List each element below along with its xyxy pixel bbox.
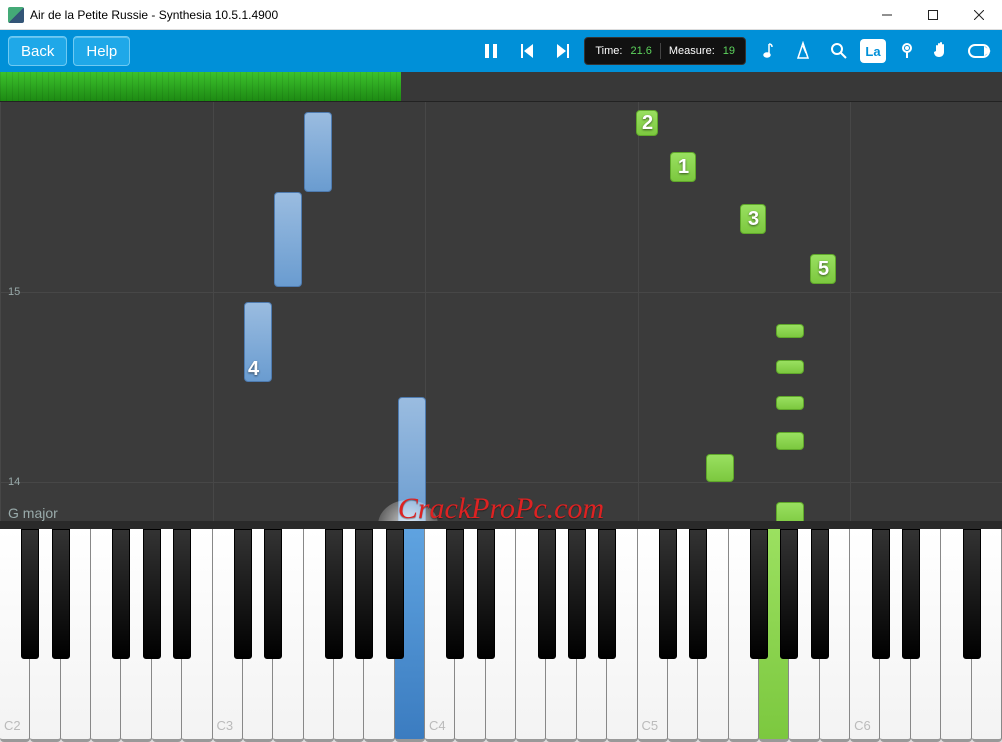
falling-note-green [776, 432, 804, 450]
time-label: Time: [595, 45, 622, 57]
black-key[interactable] [355, 529, 373, 659]
black-key[interactable] [264, 529, 282, 659]
key-signature: G major [8, 505, 58, 521]
labels-button[interactable]: La [860, 39, 886, 63]
minimize-button[interactable] [864, 0, 910, 30]
black-key[interactable] [902, 529, 920, 659]
falling-note-green [776, 396, 804, 410]
black-key[interactable] [21, 529, 39, 659]
close-button[interactable] [956, 0, 1002, 30]
finger-number: 5 [818, 258, 829, 281]
black-key[interactable] [780, 529, 798, 659]
black-key[interactable] [659, 529, 677, 659]
black-key[interactable] [234, 529, 252, 659]
app-icon [8, 7, 24, 23]
black-key[interactable] [598, 529, 616, 659]
bookmark-icon[interactable] [892, 36, 922, 66]
black-key[interactable] [325, 529, 343, 659]
hands-icon[interactable] [928, 36, 958, 66]
time-measure-display[interactable]: Time: 21.6 Measure: 19 [584, 37, 746, 65]
black-key[interactable] [52, 529, 70, 659]
zoom-icon[interactable] [824, 36, 854, 66]
falling-note-blue [274, 192, 302, 287]
black-key[interactable] [386, 529, 404, 659]
finger-number: 3 [748, 208, 759, 231]
black-key[interactable] [963, 529, 981, 659]
measure-label-14: 14 [8, 476, 20, 488]
window-titlebar: Air de la Petite Russie - Synthesia 10.5… [0, 0, 1002, 30]
note-fall-area[interactable]: 15.3 38.4 15 14 42135 G major CrackProPc… [0, 102, 1002, 527]
measure-label: Measure: [669, 45, 715, 57]
octave-label: C4 [429, 718, 446, 733]
pause-button[interactable] [476, 36, 506, 66]
measure-label-15: 15 [8, 286, 20, 298]
black-key[interactable] [750, 529, 768, 659]
loop-icon[interactable] [964, 36, 994, 66]
next-button[interactable] [548, 36, 578, 66]
black-key[interactable] [143, 529, 161, 659]
falling-note-green [776, 324, 804, 338]
finger-number: 2 [642, 112, 653, 135]
black-key[interactable] [538, 529, 556, 659]
time-value: 21.6 [630, 45, 651, 57]
falling-note-green [706, 454, 734, 482]
falling-note-blue [304, 112, 332, 192]
black-key[interactable] [112, 529, 130, 659]
black-key[interactable] [446, 529, 464, 659]
toolbar: Back Help Time: 21.6 Measure: 19 La [0, 30, 1002, 72]
octave-label: C3 [217, 718, 234, 733]
measure-value: 19 [723, 45, 735, 57]
octave-label: C6 [854, 718, 871, 733]
back-button[interactable]: Back [8, 36, 67, 66]
black-key[interactable] [872, 529, 890, 659]
black-key[interactable] [477, 529, 495, 659]
black-key[interactable] [173, 529, 191, 659]
timeline[interactable] [0, 72, 1002, 102]
finger-number: 4 [248, 358, 259, 381]
black-key[interactable] [568, 529, 586, 659]
finger-number: 1 [678, 156, 689, 179]
window-title: Air de la Petite Russie - Synthesia 10.5… [30, 8, 864, 22]
octave-label: C2 [4, 718, 21, 733]
black-key[interactable] [689, 529, 707, 659]
falling-note-green [776, 360, 804, 374]
prev-button[interactable] [512, 36, 542, 66]
piano-keyboard[interactable]: C2 C3 C4 C5 C6 [0, 527, 1002, 742]
timeline-progress [0, 72, 401, 101]
sheet-music-icon[interactable] [752, 36, 782, 66]
maximize-button[interactable] [910, 0, 956, 30]
octave-label: C5 [642, 718, 659, 733]
metronome-icon[interactable] [788, 36, 818, 66]
help-button[interactable]: Help [73, 36, 130, 66]
black-key[interactable] [811, 529, 829, 659]
